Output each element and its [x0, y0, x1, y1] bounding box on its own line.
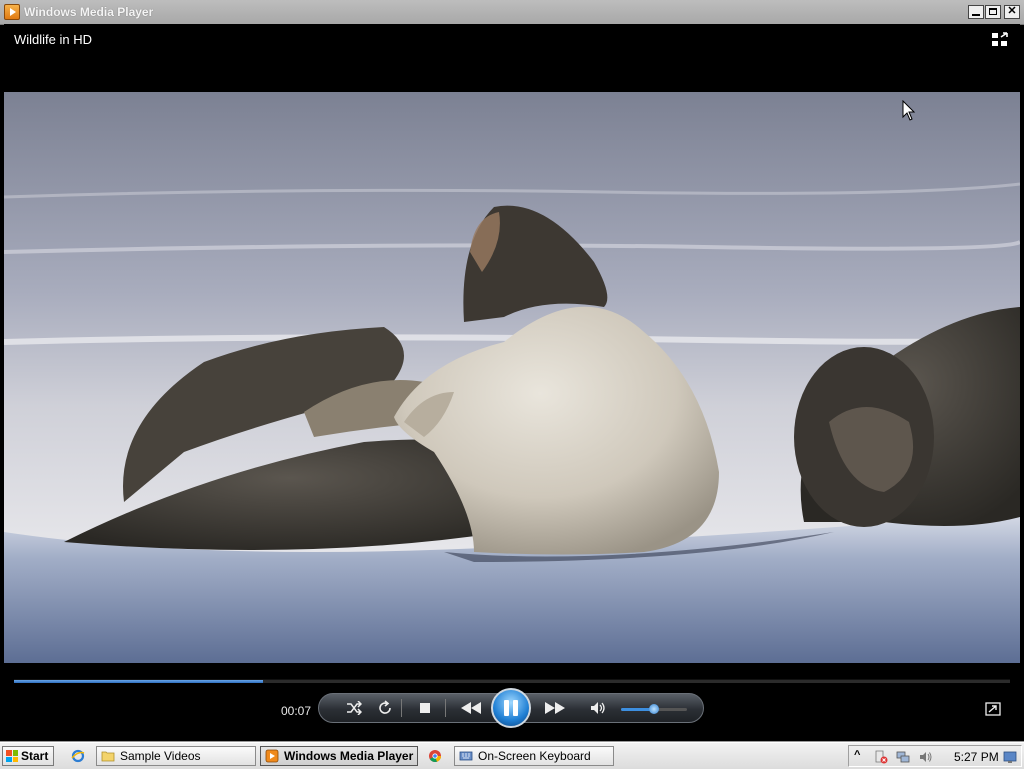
taskbar-item-label: On-Screen Keyboard [478, 749, 591, 763]
taskbar-item-media-player[interactable]: Windows Media Player [260, 746, 418, 766]
separator [401, 699, 402, 717]
folder-icon [101, 751, 115, 762]
show-desktop-icon[interactable] [1003, 750, 1017, 764]
network-icon[interactable] [896, 750, 910, 764]
taskbar-item-chrome[interactable] [424, 746, 450, 766]
taskbar-item-sample-videos[interactable]: Sample Videos [96, 746, 256, 766]
switch-to-library-icon[interactable] [991, 32, 1009, 48]
start-label: Start [21, 749, 49, 763]
video-image [4, 92, 1020, 663]
taskbar-item-label: Sample Videos [120, 749, 201, 763]
stop-icon[interactable] [411, 694, 439, 722]
keyboard-icon [459, 751, 473, 761]
seek-progress [14, 680, 263, 683]
volume-knob[interactable] [649, 704, 659, 714]
volume-icon[interactable] [584, 694, 612, 722]
chrome-icon [429, 750, 442, 763]
media-player-icon [4, 4, 20, 20]
player-area: Wildlife in HD 00:07 [4, 24, 1020, 738]
pause-button[interactable] [491, 688, 531, 728]
now-playing-title: Wildlife in HD [14, 32, 93, 47]
ie-icon [71, 749, 85, 763]
taskbar: Start Sample Videos Windows Media Player [0, 742, 1024, 769]
video-frame[interactable] [4, 92, 1020, 663]
start-button[interactable]: Start [2, 746, 54, 766]
media-player-icon [265, 749, 279, 763]
volume-slider[interactable] [621, 704, 687, 714]
rewind-icon[interactable] [457, 694, 485, 722]
title-bar: Windows Media Player ✕ [0, 0, 1024, 25]
taskbar-item-on-screen-keyboard[interactable]: On-Screen Keyboard [454, 746, 614, 766]
maximize-button[interactable] [985, 5, 1001, 19]
shuffle-icon[interactable] [340, 694, 368, 722]
seek-bar[interactable] [14, 679, 1010, 683]
separator [445, 699, 446, 717]
minimize-button[interactable] [968, 5, 984, 19]
show-hidden-icons-icon[interactable]: ^ [854, 749, 860, 761]
close-button[interactable]: ✕ [1004, 5, 1020, 19]
window-title: Windows Media Player [24, 5, 154, 19]
clock[interactable]: 5:27 PM [954, 750, 999, 764]
elapsed-time: 00:07 [281, 704, 312, 718]
speaker-icon[interactable] [919, 750, 933, 764]
fullscreen-icon[interactable] [985, 702, 1001, 716]
mouse-cursor [902, 100, 916, 121]
taskbar-item-label: Windows Media Player [284, 749, 414, 763]
system-tray: ^ 5:27 PM [848, 745, 1022, 767]
windows-logo-icon [6, 750, 18, 762]
repeat-icon[interactable] [371, 694, 399, 722]
action-center-icon[interactable] [874, 750, 888, 764]
taskbar-item-ie[interactable] [66, 746, 92, 766]
fast-forward-icon[interactable] [541, 694, 569, 722]
